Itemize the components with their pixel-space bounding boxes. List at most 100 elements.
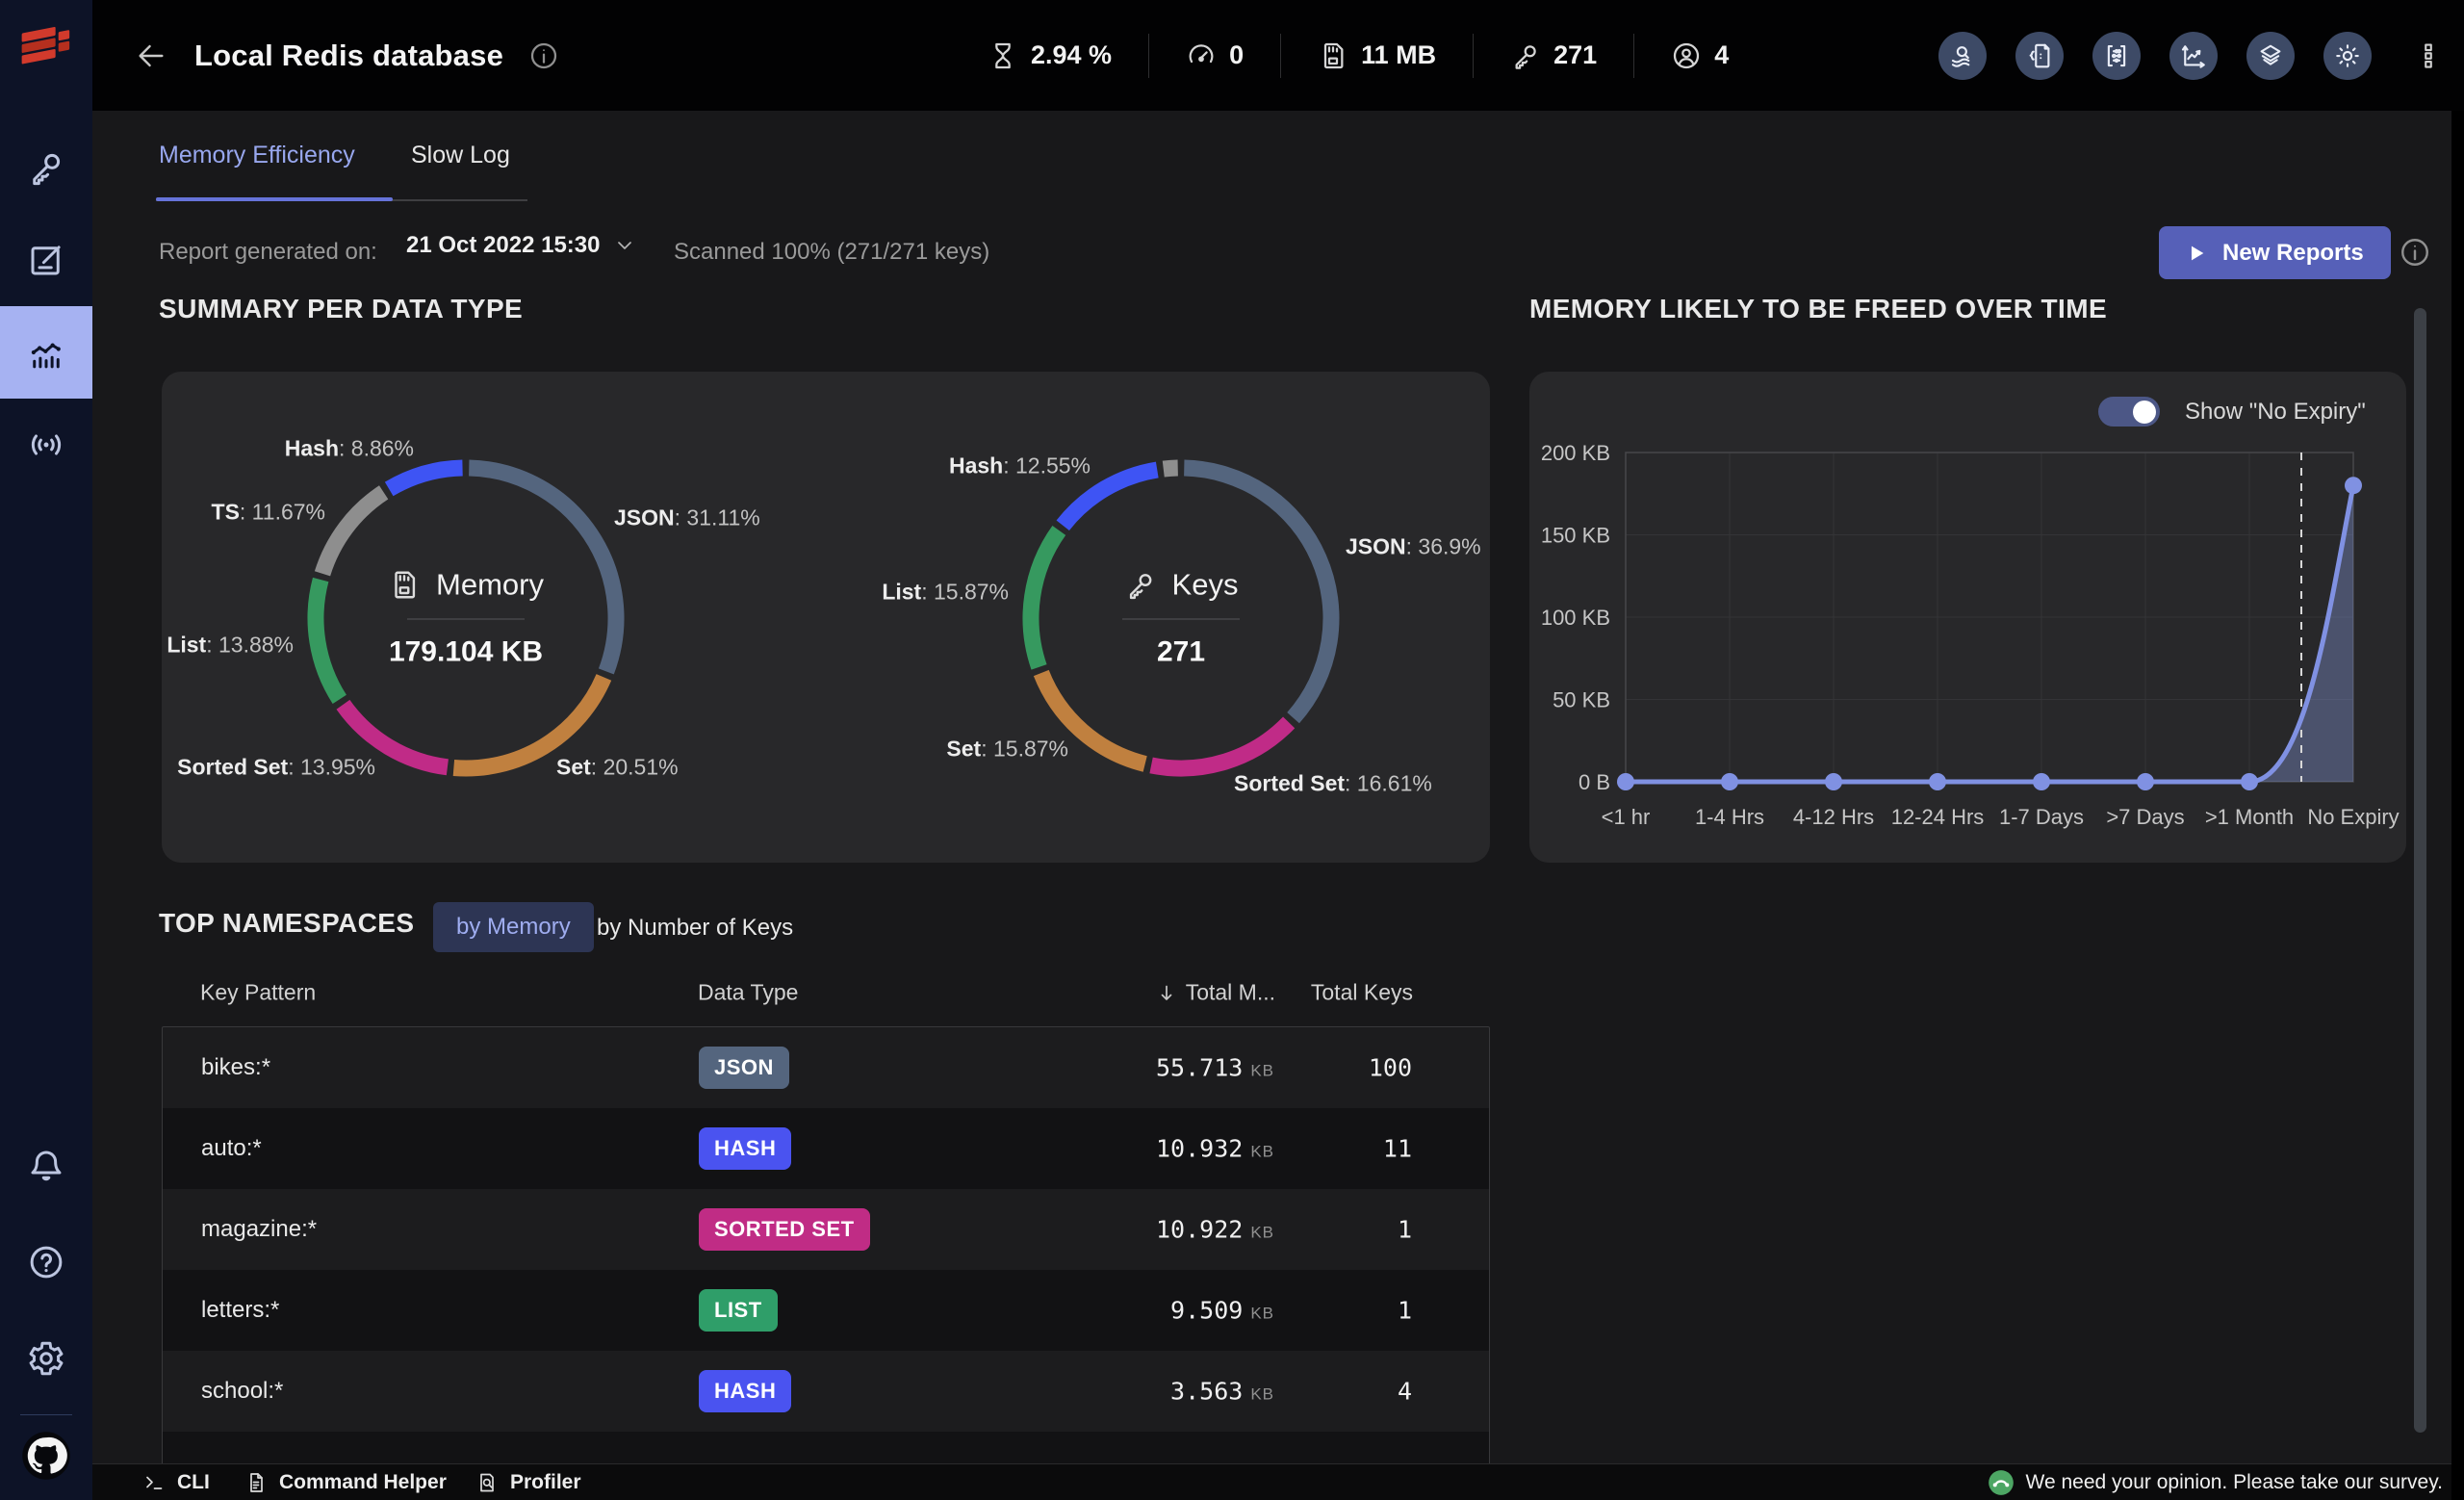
timeseries-module-button[interactable] [2169,32,2218,80]
data-point-1-4-Hrs [1721,773,1738,790]
total-keys-cell: 100 [1369,1054,1412,1082]
scanned-status: Scanned 100% (271/271 keys) [674,239,989,266]
key-pattern: magazine:* [201,1216,317,1243]
cli-button[interactable]: CLI [142,1464,210,1500]
donut-segment-hash [389,468,462,489]
divider [1122,619,1240,620]
donut-label-set: Set: 15.87% [946,737,1068,763]
data-point-12-24-Hrs [1929,773,1946,790]
donut-label-set: Set: 20.51% [556,755,679,781]
github-icon [20,1430,72,1482]
hourglass-icon [988,40,1018,71]
active-tab-underline [156,197,393,201]
database-name: Local Redis database [194,39,503,73]
command-helper-button[interactable]: Command Helper [244,1464,447,1500]
table-row-magazine: magazine:*SORTED SET10.922KB1 [163,1189,1489,1270]
profiler-label: Profiler [510,1471,581,1494]
document-icon [244,1471,268,1494]
x-axis-tick-label: No Expiry [2307,805,2399,829]
json-module-button[interactable] [2015,32,2064,80]
donut-label-json: JSON: 36.9% [1346,534,1481,560]
total-memory-cell: 55.713KB [1156,1054,1274,1082]
key-pattern: bikes:* [201,1054,270,1081]
back-button[interactable] [135,39,167,72]
donut-label-json: JSON: 31.11% [614,505,760,531]
key-icon [1510,40,1541,71]
report-date-select[interactable]: 21 Oct 2022 15:30 [406,232,636,259]
report-info-icon[interactable] [2399,236,2431,269]
divider [407,619,525,620]
sidebar-bottom [0,1118,92,1500]
db-stat-user: 4 [1634,40,1765,71]
x-axis-tick-label: 1-4 Hrs [1695,805,1764,829]
donut-label-hash: Hash: 12.55% [949,453,1091,479]
namespaces-table-header: Key PatternData TypeTotal M...Total Keys [162,969,1490,1017]
stat-value: 271 [1553,40,1597,70]
profiler-button[interactable]: Profiler [475,1464,581,1500]
bloom-module-button[interactable] [2092,32,2141,80]
analytics-chart-icon [26,332,66,373]
memory-freed-card: Show "No Expiry" 0 B50 KB100 KB150 KB200… [1529,372,2406,863]
top-header: Local Redis database 2.94 %011 MB2714 [92,0,2464,111]
search-module-button[interactable] [1938,32,1987,80]
column-header-total-keys[interactable]: Total Keys [1311,980,1413,1006]
data-type-badge: JSON [699,1047,789,1089]
donut-segment-sorted-set [1151,722,1289,768]
settings-button[interactable] [0,1310,92,1407]
total-memory-value: 179.104 KB [312,636,620,669]
sidebar-item-workbench[interactable] [0,214,92,306]
report-date-value: 21 Oct 2022 15:30 [406,232,600,259]
user-icon [1671,40,1702,71]
new-reports-button[interactable]: New Reports [2159,226,2391,279]
sort-down-icon [1155,981,1178,1004]
donut-segment-ts [1164,468,1178,469]
play-icon [2186,243,2207,264]
tab-slow-log[interactable]: Slow Log [411,142,510,169]
x-axis-tick-label: >1 Month [2205,805,2294,829]
total-memory-cell: 10.932KB [1156,1135,1274,1163]
data-type-badge: HASH [699,1127,791,1170]
x-axis-tick-label: 4-12 Hrs [1793,805,1874,829]
memory-card-icon [388,569,421,602]
cli-label: CLI [177,1471,210,1494]
data-type-badge: SORTED SET [699,1208,870,1251]
column-header-data-type: Data Type [698,980,798,1006]
sidebar-item-browser[interactable] [0,121,92,214]
db-stat-hourglass: 2.94 % [988,40,1148,71]
notifications-button[interactable] [0,1118,92,1214]
help-button[interactable] [0,1214,92,1310]
db-stat-key: 271 [1474,40,1633,71]
module-buttons [1938,0,2372,111]
gears-module-button[interactable] [2323,32,2372,80]
survey-link[interactable]: We need your opinion. Please take our su… [1988,1464,2443,1500]
tab-memory-efficiency[interactable]: Memory Efficiency [159,142,355,169]
graph-module-button[interactable] [2246,32,2295,80]
bottom-bar: CLI Command Helper Profiler We need your… [92,1463,2464,1500]
freed-line [1626,485,2353,782]
column-header-total-m-[interactable]: Total M... [1155,980,1275,1006]
data-type-badge: HASH [699,1370,791,1412]
sidebar-item-pubsub[interactable] [0,399,92,491]
table-row-school: school:*HASH3.563KB4 [163,1351,1489,1432]
sidebar-divider [20,1414,72,1415]
total-memory-cell: 9.509KB [1170,1297,1274,1325]
overflow-menu-button[interactable] [2414,40,2443,71]
key-pattern: auto:* [201,1135,262,1162]
report-generated-label: Report generated on: [159,239,377,266]
total-memory-cell: 10.922KB [1156,1216,1274,1244]
data-type-badge: LIST [699,1289,778,1332]
redis-logo [16,15,76,71]
database-info-icon[interactable] [528,40,559,71]
filter-by-memory-button[interactable]: by Memory [433,902,594,952]
table-row-bikes: bikes:* JSON 55.713KB 100 [163,1027,1489,1108]
donut-segment-ts [322,492,384,573]
total-keys-cell: 11 [1383,1135,1412,1163]
data-point-4-12-Hrs [1825,773,1842,790]
scrollbar[interactable] [2414,308,2426,1433]
sidebar-item-analytics[interactable] [0,306,92,399]
command-helper-label: Command Helper [279,1471,447,1494]
x-axis-tick-label: >7 Days [2106,805,2184,829]
gauge-icon [1186,40,1217,71]
github-button[interactable] [19,1429,73,1483]
filter-by-keys-button[interactable]: by Number of Keys [597,915,793,942]
